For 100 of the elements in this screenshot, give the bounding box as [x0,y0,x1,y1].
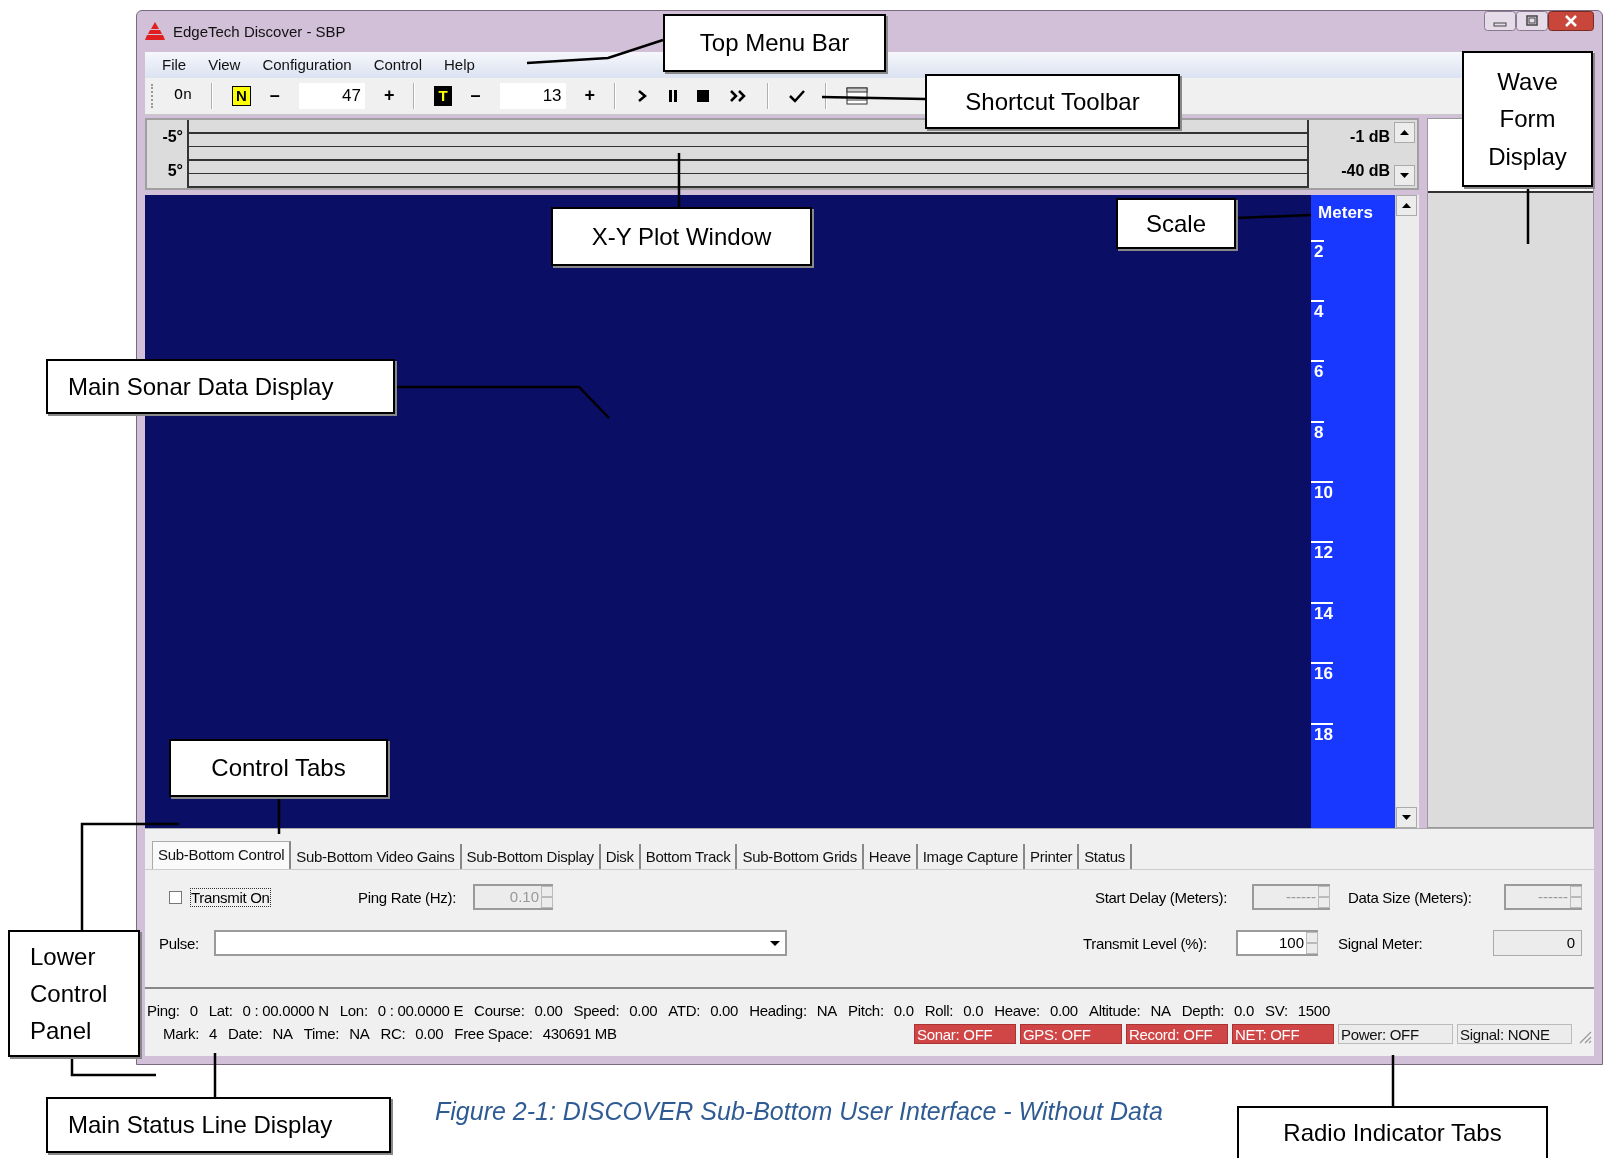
scrollbar[interactable] [1395,194,1420,829]
radio-indicator[interactable]: GPS: OFF [1020,1023,1122,1044]
checkbox[interactable] [169,890,182,904]
field-label: Start Delay (Meters): [1095,888,1229,906]
scroll-up-icon[interactable] [1396,194,1418,216]
status-label: Lat: [208,1001,233,1019]
checkbox-label[interactable]: Transmit On [190,887,271,907]
control-tab[interactable]: Status [1079,844,1132,870]
scroll-down-icon[interactable] [1394,164,1416,186]
depth-tick: 10 [1311,481,1334,504]
mode-label[interactable]: On [174,87,192,105]
depth-tick: 12 [1311,541,1334,564]
close-icon[interactable] [1548,11,1594,31]
menu-item[interactable]: Configuration [251,56,363,74]
menu-item[interactable]: Help [433,56,486,74]
status-value: 0.0 [963,1001,984,1019]
status-label: Ping: [147,1001,180,1019]
status-label: Speed: [573,1001,620,1019]
status-label: Mark: [163,1025,199,1043]
control-tab[interactable]: Printer [1025,844,1080,870]
radio-indicator[interactable]: NET: OFF [1232,1023,1334,1044]
gain-field[interactable]: 13 [499,82,566,109]
control-tab[interactable]: Disk [600,844,641,870]
scroll-up-icon[interactable] [1394,121,1416,143]
depth-tick: 2 [1311,239,1324,262]
status-value: 0.00 [710,1001,739,1019]
callout-label: Control Tabs [169,739,388,797]
db-label: -40 dB [1341,161,1391,180]
status-label: SV: [1265,1001,1288,1019]
angle-label: -5° [162,127,183,146]
field-label: Data Size (Meters): [1348,888,1473,906]
status-value: NA [1150,1001,1171,1019]
status-value: 0.00 [1049,1001,1078,1019]
radio-indicator[interactable]: Record: OFF [1126,1023,1228,1044]
status-label: Depth: [1181,1001,1225,1019]
status-label: Time: [303,1025,340,1043]
status-value: 0.0 [1234,1001,1255,1019]
radio-indicator[interactable]: Power: OFF [1338,1023,1453,1044]
callout-label: Scale [1116,198,1236,249]
control-tab[interactable]: Image Capture [917,844,1026,870]
status-label: Heave: [994,1001,1040,1019]
minus-button[interactable]: – [470,85,481,107]
field-label: Ping Rate (Hz): [358,888,458,906]
status-value: NA [816,1001,838,1019]
status-value: 0 [189,1001,198,1019]
control-tab[interactable]: Sub-Bottom Grids [737,844,864,870]
status-label: RC: [380,1025,406,1043]
field-label: Transmit Level (%): [1083,934,1208,952]
callout-label: Radio Indicator Tabs [1237,1106,1548,1158]
pause-icon[interactable] [668,88,679,103]
scroll-down-icon[interactable] [1396,807,1418,829]
leader-line [1391,1055,1395,1106]
radio-indicator[interactable]: Signal: NONE [1457,1023,1572,1044]
callout-label: Lower Control Panel [8,930,140,1057]
status-label: Altitude: [1088,1001,1141,1019]
status-value: 0 : 00.0000 N [242,1001,329,1019]
gain-field[interactable]: 47 [298,82,365,109]
callout-label: Main Sonar Data Display [46,359,395,414]
depth-tick: 14 [1311,601,1334,624]
maximize-icon[interactable] [1516,11,1548,31]
menu-item[interactable]: File [151,56,198,74]
depth-tick: 16 [1311,662,1334,685]
gain-badge[interactable]: T [434,85,452,106]
callout-label: Shortcut Toolbar [925,74,1180,129]
menu-item[interactable]: View [197,56,252,74]
status-label: ATD: [668,1001,701,1019]
status-value: 4 [209,1025,218,1043]
status-label: Pitch: [848,1001,884,1019]
control-tab[interactable]: Sub-Bottom Display [461,844,601,870]
control-tab[interactable]: Sub-Bottom Control [152,841,292,870]
status-value: 0 : 00.0000 E [377,1001,464,1019]
radio-indicator[interactable]: Sonar: OFF [914,1023,1016,1044]
status-label: Roll: [924,1001,954,1019]
depth-tick: 4 [1311,299,1324,322]
plus-button[interactable]: + [584,85,596,107]
status-label: Lon: [339,1001,368,1019]
plus-button[interactable]: + [383,85,395,107]
status-value: 0.00 [629,1001,658,1019]
gain-badge[interactable]: N [232,85,251,106]
leader-line [677,153,681,207]
status-value: 0.0 [893,1001,914,1019]
field-label: Pulse: [159,934,200,952]
status-value: 430691 MB [542,1025,617,1043]
scale-unit: Meters [1317,201,1374,224]
minus-button[interactable]: – [269,85,280,107]
leader-line [213,1053,217,1097]
stop-icon[interactable] [697,89,710,102]
checkmark-icon[interactable] [788,88,807,103]
logo-icon [145,21,165,42]
menu-item[interactable]: Control [362,56,433,74]
status-value: 1500 [1297,1001,1330,1019]
depth-tick: 18 [1311,722,1334,745]
control-tab[interactable]: Bottom Track [640,844,738,870]
status-value: NA [272,1025,293,1043]
leader-line [277,797,281,834]
minimize-icon[interactable] [1484,11,1516,31]
control-tab[interactable]: Sub-Bottom Video Gains [291,844,462,870]
spin-field[interactable]: 100 [1236,930,1318,957]
field-label: Signal Meter: [1338,934,1424,952]
control-tab[interactable]: Heave [863,844,918,870]
